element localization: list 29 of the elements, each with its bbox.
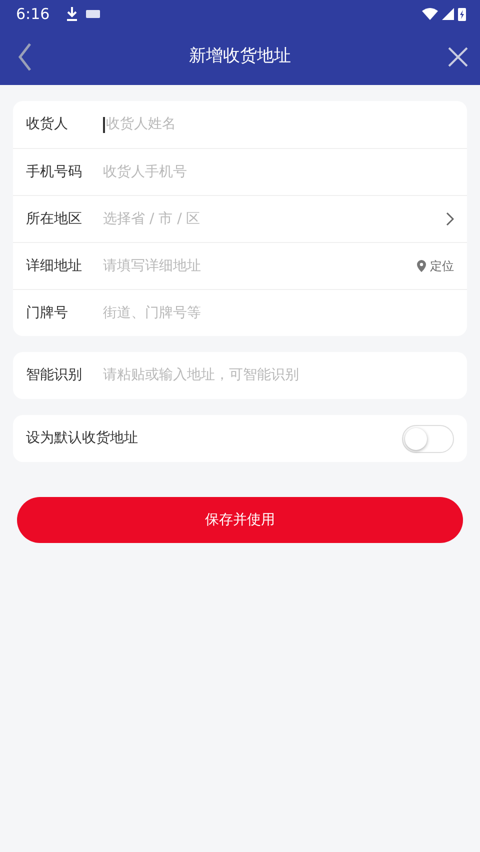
input-field[interactable]: 街道、门牌号等	[103, 302, 454, 324]
field-label: 所在地区	[26, 210, 83, 228]
signal-icon	[442, 8, 454, 20]
input-field[interactable]: 请填写详细地址	[103, 256, 417, 276]
field-label: 详细地址	[26, 256, 83, 276]
save-button[interactable]: 保存并使用	[17, 497, 463, 543]
close-icon[interactable]	[448, 46, 468, 66]
download-icon	[66, 7, 78, 21]
input-field[interactable]: 收货人手机号	[103, 162, 454, 182]
status-time: 6:16	[16, 4, 50, 25]
chevron-right-icon[interactable]	[446, 212, 454, 226]
smart-recognition-field[interactable]: 智能识别 请粘贴或输入地址，可智能识别	[13, 352, 467, 399]
field-label: 门牌号	[26, 304, 69, 322]
location-pin-icon	[417, 260, 426, 272]
toggle-switch[interactable]	[402, 424, 454, 452]
battery-icon	[458, 7, 466, 21]
field-label: 智能识别	[26, 366, 83, 385]
back-icon[interactable]	[18, 42, 32, 72]
field-label: 手机号码	[26, 162, 83, 182]
input-field[interactable]: 请粘贴或输入地址，可智能识别	[103, 365, 454, 386]
default-address-label: 设为默认收货地址	[26, 429, 138, 448]
page-title: 新增收货地址	[189, 44, 291, 68]
wifi-icon	[422, 8, 438, 20]
input-field[interactable]: 收货人姓名	[106, 114, 454, 135]
locate-label: 定位	[430, 258, 454, 275]
field-label: 收货人	[26, 115, 69, 134]
input-field[interactable]: 选择省 / 市 / 区	[103, 208, 446, 230]
keyboard-icon	[86, 10, 100, 18]
locate-link[interactable]: 定位	[417, 257, 454, 275]
